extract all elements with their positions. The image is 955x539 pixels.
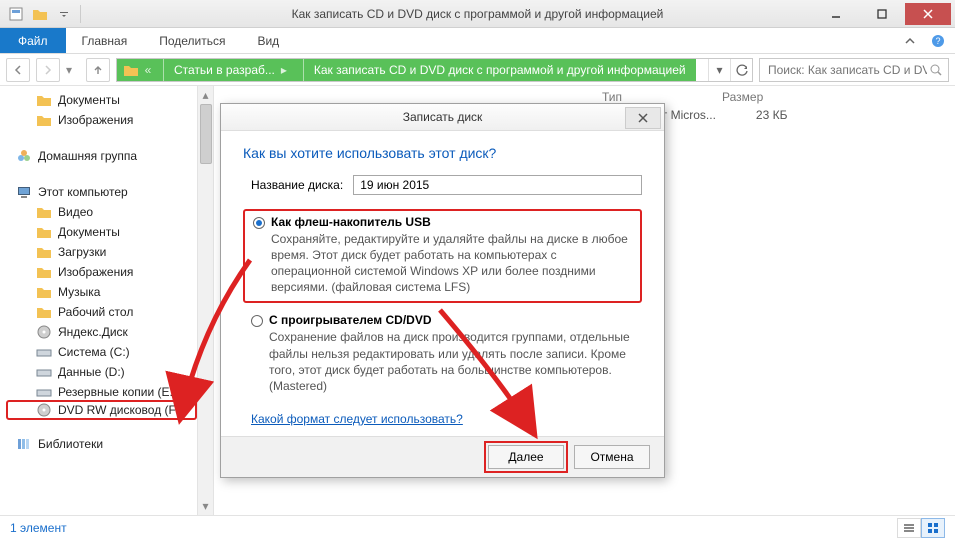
disc-icon <box>36 402 52 418</box>
tree-thispc[interactable]: Этот компьютер <box>8 182 195 202</box>
option-usb[interactable]: Как флеш-накопитель USB Сохраняйте, реда… <box>243 209 642 304</box>
next-button[interactable]: Далее <box>488 445 564 469</box>
tab-home[interactable]: Главная <box>66 28 144 53</box>
ribbon-expand-icon[interactable] <box>897 28 923 54</box>
option-cddvd-desc: Сохранение файлов на диск производится г… <box>269 329 634 394</box>
tree-ddrive[interactable]: Данные (D:) <box>8 362 195 382</box>
view-large-icons-icon[interactable] <box>921 518 945 538</box>
option-cddvd[interactable]: С проигрывателем CD/DVD Сохранение файло… <box>243 309 642 400</box>
search-box[interactable] <box>759 58 949 82</box>
qat-overflow-icon[interactable] <box>52 2 76 26</box>
tree-edrive[interactable]: Резервные копии (E:) <box>8 382 195 402</box>
svg-text:?: ? <box>935 36 940 46</box>
minimize-button[interactable] <box>813 3 859 25</box>
option-usb-desc: Сохраняйте, редактируйте и удаляйте файл… <box>271 231 632 296</box>
tree-yadisk[interactable]: Яндекс.Диск <box>8 322 195 342</box>
close-button[interactable] <box>905 3 951 25</box>
tree-desktop[interactable]: Рабочий стол <box>8 302 195 322</box>
disc-name-label: Название диска: <box>251 178 343 192</box>
cancel-button[interactable]: Отмена <box>574 445 650 469</box>
status-bar: 1 элемент <box>0 515 955 539</box>
refresh-icon[interactable] <box>730 59 752 81</box>
tree-documents2[interactable]: Документы <box>8 222 195 242</box>
breadcrumb-seg1[interactable]: Статьи в разраб... <box>174 63 275 77</box>
dialog-title: Записать диск <box>403 110 483 124</box>
radio-cddvd[interactable] <box>251 315 263 327</box>
disc-name-input[interactable] <box>353 175 642 195</box>
up-button[interactable] <box>86 58 110 82</box>
tree-libraries[interactable]: Библиотеки <box>8 434 195 454</box>
help-icon[interactable]: ? <box>925 28 951 54</box>
tree-downloads[interactable]: Загрузки <box>8 242 195 262</box>
tree-cdrive[interactable]: Система (C:) <box>8 342 195 362</box>
tree-documents[interactable]: Документы <box>8 90 195 110</box>
file-size: 23 КБ <box>756 108 788 122</box>
search-icon <box>929 63 942 77</box>
option-cddvd-title: С проигрывателем CD/DVD <box>269 313 634 327</box>
file-tab[interactable]: Файл <box>0 28 66 53</box>
navigation-tree[interactable]: Документы Изображения Домашняя группа Эт… <box>0 86 198 515</box>
tree-scrollbar[interactable]: ▴ ▾ <box>198 86 214 515</box>
tree-pictures2[interactable]: Изображения <box>8 262 195 282</box>
window-titlebar: Как записать CD и DVD диск с программой … <box>0 0 955 28</box>
tab-share[interactable]: Поделиться <box>143 28 241 53</box>
maximize-button[interactable] <box>859 3 905 25</box>
tree-video[interactable]: Видео <box>8 202 195 222</box>
tab-view[interactable]: Вид <box>241 28 295 53</box>
addr-dropdown-icon[interactable]: ▾ <box>708 59 730 81</box>
search-input[interactable] <box>766 62 929 78</box>
tree-pictures[interactable]: Изображения <box>8 110 195 130</box>
address-bar[interactable]: « Статьи в разраб... ▸ Как записать CD и… <box>116 58 753 82</box>
divider <box>80 5 86 23</box>
status-count: 1 элемент <box>10 521 67 535</box>
option-usb-title: Как флеш-накопитель USB <box>271 215 632 229</box>
breadcrumb-seg2[interactable]: Как записать CD и DVD диск с программой … <box>314 63 686 77</box>
tree-dvd-drive[interactable]: DVD RW дисковод (F:) <box>6 400 197 420</box>
col-size[interactable]: Размер <box>714 86 794 108</box>
window-title: Как записать CD и DVD диск с программой … <box>0 7 955 21</box>
new-folder-icon[interactable] <box>28 2 52 26</box>
history-dropdown[interactable]: ▾ <box>66 63 80 77</box>
folder-icon <box>123 62 139 78</box>
ribbon: Файл Главная Поделиться Вид ? <box>0 28 955 54</box>
help-link[interactable]: Какой формат следует использовать? <box>251 412 463 426</box>
dialog-heading: Как вы хотите использовать этот диск? <box>243 145 642 161</box>
navigation-bar: ▾ « Статьи в разраб... ▸ Как записать CD… <box>0 54 955 86</box>
scroll-thumb[interactable] <box>200 104 212 164</box>
burn-disc-dialog: Записать диск Как вы хотите использовать… <box>220 103 665 478</box>
scroll-down-icon[interactable]: ▾ <box>199 499 213 513</box>
tree-music[interactable]: Музыка <box>8 282 195 302</box>
properties-icon[interactable] <box>4 2 28 26</box>
scroll-up-icon[interactable]: ▴ <box>199 88 213 102</box>
view-details-icon[interactable] <box>897 518 921 538</box>
radio-usb[interactable] <box>253 217 265 229</box>
tree-homegroup[interactable]: Домашняя группа <box>8 146 195 166</box>
back-button[interactable] <box>6 58 30 82</box>
forward-button[interactable] <box>36 58 60 82</box>
dialog-close-button[interactable] <box>625 107 661 129</box>
